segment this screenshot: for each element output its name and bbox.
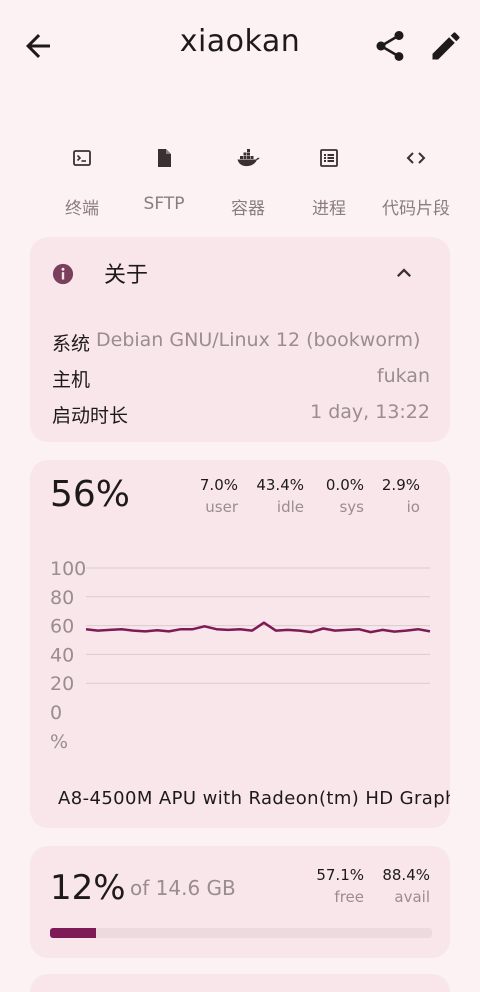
stat-label: avail: [394, 888, 430, 906]
memory-usage-percent: 12%: [50, 868, 126, 908]
code-icon: [406, 152, 426, 164]
tool-label: SFTP: [143, 194, 185, 214]
stat-value: 0.0%: [325, 476, 364, 494]
memory-total: of 14.6 GB: [130, 876, 236, 900]
about-row-uptime: 启动时长 1 day, 13:22: [52, 401, 450, 433]
y-tick-label: 80: [50, 587, 74, 609]
stat-label: idle: [276, 498, 304, 516]
cpu-stat-user: 7.0% user: [184, 476, 238, 516]
tool-label: 容器: [231, 199, 265, 219]
tool-process[interactable]: 进程: [285, 140, 373, 220]
cpu-stat-sys: 0.0% sys: [314, 476, 364, 516]
about-key: 系统: [52, 333, 91, 355]
stat-label: user: [205, 498, 238, 516]
about-title: 关于: [104, 263, 149, 288]
cpu-stat-idle: 43.4% idle: [248, 476, 304, 516]
about-key: 启动时长: [52, 405, 129, 427]
process-list-icon: [320, 149, 338, 167]
about-value: 1 day, 13:22: [310, 401, 430, 423]
tool-terminal[interactable]: 终端: [38, 140, 126, 220]
quick-actions: 终端 SFTP 容器 进程 代码片段: [0, 140, 480, 220]
y-tick-label: 100: [50, 558, 86, 580]
y-axis-unit: %: [50, 731, 68, 753]
stat-value: 57.1%: [316, 866, 364, 884]
tool-sftp[interactable]: SFTP: [120, 140, 208, 220]
memory-card: 12% of 14.6 GB 57.1% free 88.4% avail: [30, 846, 450, 958]
docker-icon: [237, 149, 260, 167]
memory-progress-bar: [50, 928, 432, 938]
share-icon[interactable]: [372, 28, 408, 64]
memory-stat-free: 57.1% free: [310, 866, 364, 906]
edit-pencil-icon[interactable]: [428, 28, 464, 64]
tool-container[interactable]: 容器: [204, 140, 292, 220]
tool-label: 终端: [65, 199, 99, 219]
cpu-card: 56% 7.0% user 43.4% idle 0.0% sys 2.9% i…: [30, 460, 450, 828]
cpu-usage-percent: 56%: [50, 474, 131, 515]
page-title: xiaokan: [179, 24, 301, 59]
terminal-icon: [73, 150, 91, 166]
about-row-os: 系统 Debian GNU/Linux 12 (bookworm): [52, 329, 450, 361]
stat-value: 43.4%: [256, 476, 304, 494]
about-key: 主机: [52, 369, 91, 391]
tool-label: 进程: [312, 199, 346, 219]
y-tick-label: 0: [50, 702, 62, 724]
stat-value: 7.0%: [199, 476, 238, 494]
memory-stat-avail: 88.4% avail: [374, 866, 430, 906]
cpu-usage-chart: 100 80 60 40 20 0%: [50, 558, 431, 753]
tool-snippets[interactable]: 代码片段: [372, 140, 460, 220]
cpu-model: A8-4500M APU with Radeon(tm) HD Graphics: [58, 788, 450, 809]
stat-label: free: [334, 888, 364, 906]
y-tick-label: 40: [50, 644, 74, 666]
info-icon: [52, 263, 74, 285]
about-value: fukan: [376, 365, 430, 387]
about-card: 关于 系统 Debian GNU/Linux 12 (bookworm) 主机 …: [30, 237, 450, 442]
y-tick-label: 20: [50, 673, 74, 695]
stat-label: sys: [339, 498, 364, 516]
stat-value: 2.9%: [381, 476, 420, 494]
stat-label: io: [406, 498, 420, 516]
app-bar: xiaokan: [0, 0, 480, 92]
y-tick-label: 60: [50, 616, 74, 638]
cpu-stat-io: 2.9% io: [374, 476, 420, 516]
next-card: [30, 974, 450, 992]
cpu-usage-line: [85, 621, 431, 634]
stat-value: 88.4%: [382, 866, 430, 884]
chevron-up-icon[interactable]: [390, 259, 418, 287]
tool-label: 代码片段: [382, 199, 450, 219]
memory-progress-fill: [50, 928, 96, 938]
about-row-host: 主机 fukan: [52, 365, 450, 397]
about-value: Debian GNU/Linux 12 (bookworm): [96, 329, 421, 351]
file-icon: [158, 149, 171, 167]
